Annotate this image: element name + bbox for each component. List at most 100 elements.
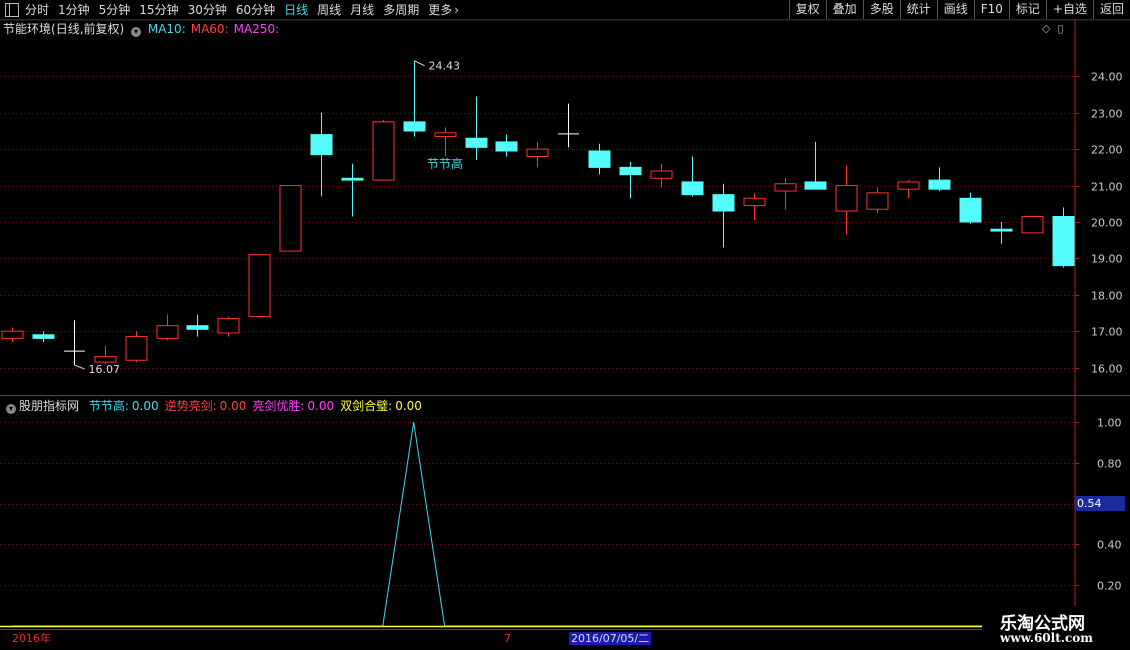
candle-up [743,197,766,207]
stock-name: 节能环境 [3,22,52,36]
kline-chart[interactable]: 24.00 23.00 22.00 21.00 20.00 19.00 18.00 17.00… [0,0,1130,650]
dropdown-icon[interactable]: ▾ [6,404,16,414]
candle-up [774,183,797,192]
indicator-label-3: 双剑合璧: [340,399,393,413]
candle-up [1021,216,1044,234]
toolbar-buttons: 复权 叠加 多股 统计 画线 F10 标记 +自选 返回 [788,0,1130,19]
low-annotation: 16.07 [89,363,121,376]
high-annotation: 24.43 [429,60,461,73]
indicator-values: 节节高: 0.00 逆势亮剑: 0.00 亮剑优胜: 0.00 双剑合璧: 0.00 [83,399,422,413]
candle-up [248,254,271,318]
candle-down [712,194,735,212]
cursor-value-label: 0.54 [1075,496,1125,511]
candle-down [1052,216,1075,267]
indicator-label-0: 节节高: [88,399,129,413]
candle-down [495,141,518,152]
toolbar-button-8[interactable]: 返回 [1092,0,1130,19]
candle-up [156,325,179,339]
candle-up [526,148,549,157]
indicator-value-1: 0.00 [219,399,247,413]
y-tick-label: 24.00 [1091,71,1123,84]
toolbar-button-2[interactable]: 多股 [862,0,900,19]
candle-down [990,228,1013,232]
candle-down [403,121,426,132]
indicator-title-bar: ▾ 股朋指标网 节节高: 0.00 逆势亮剑: 0.00 亮剑优胜: 0.00 双剑合璧: 0.… [3,398,422,414]
candle-down [804,181,827,190]
candle-up [372,121,395,181]
period-tab-2[interactable]: 5分钟 [99,1,131,18]
candle-up [650,170,673,179]
candle-up [835,185,858,212]
y-tick-label: 0.80 [1097,458,1122,471]
signal-label: 节节高 [427,156,463,171]
y-tick-label: 23.00 [1091,108,1123,121]
period-tab-0[interactable]: 分时 [25,1,49,18]
candle-up [125,336,148,361]
candle-up [866,192,889,210]
indicator-name: 股朋指标网 [19,399,80,413]
ma-label-1: MA60: [190,22,229,36]
y-tick-label: 21.00 [1091,181,1123,194]
toolbar-button-6[interactable]: 标记 [1008,0,1046,19]
candle-down [310,134,333,156]
toolbar-button-7[interactable]: +自选 [1045,0,1093,19]
candle-up [434,132,457,137]
y-tick-label: 17.00 [1091,326,1123,339]
ma-labels: MA10: MA60: MA250: [148,22,284,36]
y-tick-label: 16.00 [1091,363,1123,376]
period-tab-1[interactable]: 1分钟 [58,1,90,18]
period-tabs: 分时 1分钟 5分钟 15分钟 30分钟 60分钟 日线 周线 月线 多周期 更多 › [0,0,468,19]
chart-title-bar: 节能环境(日线,前复权) ▾ MA10: MA60: MA250: [3,21,284,37]
high-pointer [414,60,425,67]
date-month: 7 [504,632,511,645]
candle-up [217,317,240,334]
toolbar-button-5[interactable]: F10 [973,0,1009,19]
watermark-url: www.60lt.com [1000,631,1093,645]
y-tick-label: 19.00 [1091,253,1123,266]
ma-label-2: MA250: [233,22,280,36]
candle-up [1,330,24,339]
period-tab-6[interactable]: 日线 [284,1,308,18]
ma-label-0: MA10: [147,22,186,36]
panel-toggle-icon[interactable]: ▯ [1057,22,1063,35]
candle-down [465,137,488,148]
toolbar-button-3[interactable]: 统计 [899,0,937,19]
period-tab-5[interactable]: 60分钟 [236,1,275,18]
candle-down [186,325,209,330]
more-arrow-icon[interactable]: › [454,3,459,17]
signal-line [12,422,1063,627]
toolbar-button-4[interactable]: 画线 [936,0,974,19]
indicator-label-2: 亮剑优胜: [252,399,305,413]
date-axis: 2016年 7 2016/07/05/二 [0,630,982,650]
cursor-date: 2016/07/05/二 [569,632,652,645]
period-toolbar: 分时 1分钟 5分钟 15分钟 30分钟 60分钟 日线 周线 月线 多周期 更多 › 复权 叠加 多股统… [0,0,1130,20]
dropdown-icon[interactable]: ▾ [131,27,142,37]
period-tab-8[interactable]: 月线 [350,1,374,18]
candle-down [681,181,704,196]
y-tick-label: 18.00 [1091,290,1123,303]
toolbar-button-1[interactable]: 叠加 [825,0,863,19]
indicator-value-3: 0.00 [395,399,422,413]
candle-up [897,181,920,190]
period-tab-7[interactable]: 周线 [317,1,341,18]
toolbar-button-0[interactable]: 复权 [788,0,826,19]
y-tick-label: 22.00 [1091,144,1123,157]
candle-down [341,177,364,181]
candlestick-series [1,60,1075,365]
chart-mode: (日线,前复权) [51,22,125,36]
y-tick-label: 0.40 [1097,539,1122,552]
low-pointer [74,364,85,370]
period-tab-10[interactable]: 更多 [428,1,452,18]
period-tab-9[interactable]: 多周期 [383,1,419,18]
chart-tools: ◇ ▯ [1042,22,1064,35]
candle-down [928,179,951,190]
candle-up [94,356,117,363]
period-tab-4[interactable]: 30分钟 [188,1,227,18]
y-tick-label: 20.00 [1091,217,1123,230]
period-tab-3[interactable]: 15分钟 [139,1,178,18]
date-year: 2016年 [12,632,51,645]
window-layout-icon[interactable] [5,2,19,17]
watermark-logo: 乐淘公式网 www.60lt.com [982,606,1130,650]
diamond-icon[interactable]: ◇ [1042,22,1050,35]
candle-down [619,166,642,176]
